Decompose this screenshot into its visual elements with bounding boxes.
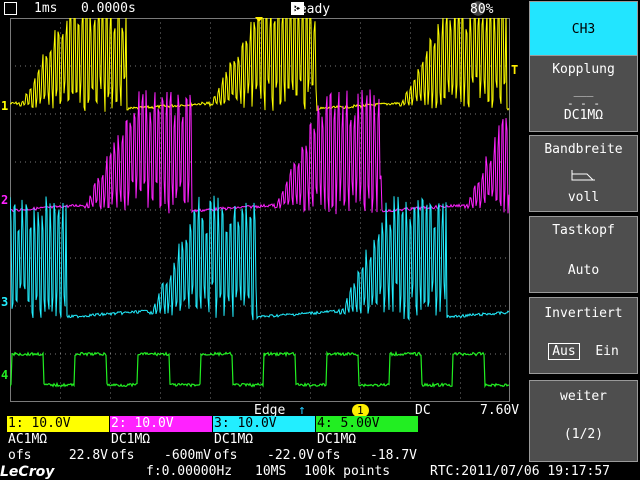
record-length: 100k points: [304, 464, 391, 479]
weiter-title: weiter: [560, 389, 607, 404]
menu-ch3-title[interactable]: CH3: [529, 1, 638, 61]
ch3-offset: ofs -22.0V: [213, 448, 315, 464]
ch1-coupling: AC1MΩ: [8, 432, 48, 447]
ch4-offset-label: ofs: [317, 448, 341, 463]
kopplung-title: Kopplung: [552, 62, 615, 77]
ch3-trace: [10, 195, 510, 321]
ch4-marker[interactable]: 4: [1, 368, 8, 382]
waveform-svg: [10, 18, 510, 402]
trigger-position-marker[interactable]: [255, 17, 263, 22]
ch4-coupling: DC1MΩ: [317, 432, 357, 447]
invertiert-aus-option[interactable]: Aus: [548, 343, 580, 360]
ch2-marker[interactable]: 2: [1, 193, 8, 207]
status-bar: 1ms 0.0000s ▶ Ready ⚫ 80%: [0, 0, 527, 18]
ch1-info[interactable]: 1: 10.0V AC1MΩ ofs 22.8V: [7, 416, 109, 464]
dc-coupling-icon: ___ - - -: [566, 84, 601, 110]
weiter-page: (1/2): [563, 427, 604, 442]
bandbreite-title: Bandbreite: [544, 142, 623, 157]
delay-readout: 0.0000s: [81, 1, 136, 16]
ch2-offset: ofs -600mV: [110, 448, 212, 464]
ch3-info[interactable]: 3: 10.0V DC1MΩ ofs -22.0V: [213, 416, 315, 464]
trigger-level-marker[interactable]: T: [511, 63, 518, 77]
ch2-offset-label: ofs: [111, 448, 135, 463]
timebase-readout: 1ms: [34, 1, 58, 16]
waveform-display[interactable]: [10, 18, 510, 402]
lecroy-logo: LeCroy: [0, 464, 55, 480]
menu-kopplung-button[interactable]: Kopplung ___ - - - DC1MΩ: [529, 55, 638, 132]
ch1-scale: 1: 10.0V: [7, 416, 109, 432]
invertiert-ein-option[interactable]: Ein: [595, 344, 618, 359]
bandwidth-filter-icon: [530, 166, 637, 188]
ch1-marker[interactable]: 1: [1, 99, 8, 113]
frequency-readout: f:0.00000Hz: [146, 464, 233, 479]
menu-tastkopf-button[interactable]: Tastkopf Auto: [529, 216, 638, 293]
trigger-level: 7.60V: [480, 403, 520, 418]
bottom-status-bar: LeCroy f:0.00000Hz 10MS 100k points RTC:…: [0, 464, 640, 480]
ch1-offset: ofs 22.8V: [7, 448, 109, 464]
ch1-offset-label: ofs: [8, 448, 32, 463]
tastkopf-title: Tastkopf: [552, 223, 615, 238]
menu-invertiert-button[interactable]: Invertiert Aus Ein: [529, 297, 638, 374]
ch4-trace: [10, 350, 510, 389]
ch4-scale: 4: 5.00V: [316, 416, 418, 432]
ch3-scale: 3: 10.0V: [213, 416, 315, 432]
real-time-clock: RTC:2011/07/06 19:17:57: [430, 464, 611, 479]
ch3-offset-label: ofs: [214, 448, 238, 463]
softkey-menu: CH3 Kopplung ___ - - - DC1MΩ Bandbreite v…: [527, 0, 640, 464]
tastkopf-value: Auto: [567, 263, 600, 278]
battery-level: 80%: [470, 2, 494, 17]
sample-rate: 10MS: [255, 464, 287, 479]
ch1-offset-value: 22.8V: [68, 448, 108, 463]
ch3-offset-value: -22.0V: [267, 448, 314, 463]
ch3-coupling: DC1MΩ: [214, 432, 254, 447]
menu-bandbreite-button[interactable]: Bandbreite voll: [529, 135, 638, 212]
ch2-scale: 2: 10.0V: [110, 416, 212, 432]
menu-ch3-label: CH3: [571, 22, 596, 37]
bandbreite-value: voll: [567, 190, 600, 205]
menu-weiter-button[interactable]: weiter (1/2): [529, 380, 638, 462]
ch2-coupling: DC1MΩ: [111, 432, 151, 447]
ch4-info[interactable]: 4: 5.00V DC1MΩ ofs -18.7V: [316, 416, 418, 464]
acquisition-state-label: Ready: [291, 2, 331, 17]
ch3-marker[interactable]: 3: [1, 295, 8, 309]
kopplung-value: DC1MΩ: [563, 108, 604, 123]
ch4-offset-value: -18.7V: [370, 448, 417, 463]
ch2-info[interactable]: 2: 10.0V DC1MΩ ofs -600mV: [110, 416, 212, 464]
invertiert-title: Invertiert: [544, 306, 623, 321]
ch4-offset: ofs -18.7V: [316, 448, 418, 464]
ch1-trace: [10, 18, 510, 112]
ch2-offset-value: -600mV: [164, 448, 211, 463]
